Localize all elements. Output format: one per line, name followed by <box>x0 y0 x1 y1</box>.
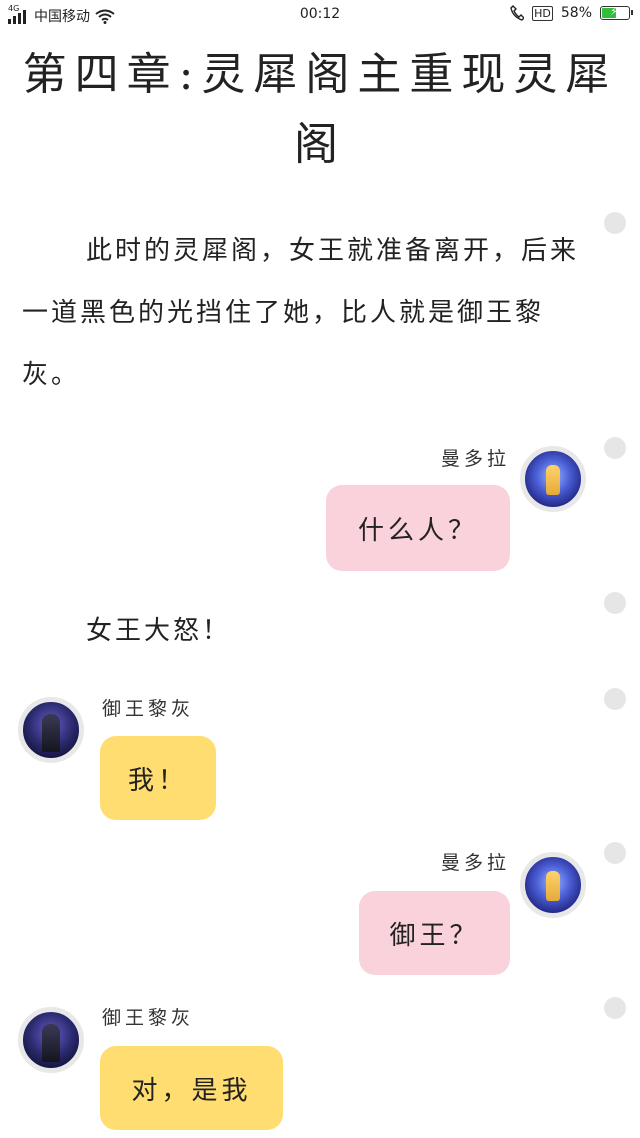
mandora-avatar[interactable] <box>520 446 586 512</box>
message-bubble: 御王？ <box>359 891 510 975</box>
speaker-name: 曼多拉 <box>440 852 510 874</box>
paragraph-comment-dot[interactable] <box>604 997 626 1019</box>
yuwang-avatar[interactable] <box>18 1007 84 1073</box>
speaker-name: 曼多拉 <box>440 448 510 470</box>
narration-paragraph: 此时的灵犀阁，女王就准备离开，后来一道黑色的光挡住了她，比人就是御王黎灰。 <box>22 236 580 390</box>
call-icon <box>510 5 525 21</box>
message-bubble: 对，是我 <box>100 1046 283 1130</box>
battery-icon: ⚡ <box>600 5 633 20</box>
narration-paragraph: 女王大怒！ <box>86 616 232 646</box>
status-right: HD 58% ⚡ <box>510 5 633 21</box>
paragraph-comment-dot[interactable] <box>604 688 626 710</box>
status-bar: 4G 中国移动 00:12 HD 58% ⚡ <box>0 0 640 32</box>
message-bubble: 什么人？ <box>326 485 510 571</box>
paragraph-comment-dot[interactable] <box>604 437 626 459</box>
yuwang-avatar[interactable] <box>18 697 84 763</box>
mandora-avatar[interactable] <box>520 852 586 918</box>
hd-label: HD <box>532 5 553 21</box>
paragraph-comment-dot[interactable] <box>604 842 626 864</box>
speaker-name: 御王黎灰 <box>102 698 195 720</box>
charging-bolt-icon: ⚡ <box>610 5 618 18</box>
battery-percent: 58% <box>560 5 592 21</box>
speaker-name: 御王黎灰 <box>102 1007 195 1029</box>
chapter-title: 第四章:灵犀阁主重现灵犀阁 <box>22 49 618 170</box>
message-bubble: 我！ <box>100 736 216 820</box>
paragraph-comment-dot[interactable] <box>604 212 626 234</box>
paragraph-comment-dot[interactable] <box>604 592 626 614</box>
